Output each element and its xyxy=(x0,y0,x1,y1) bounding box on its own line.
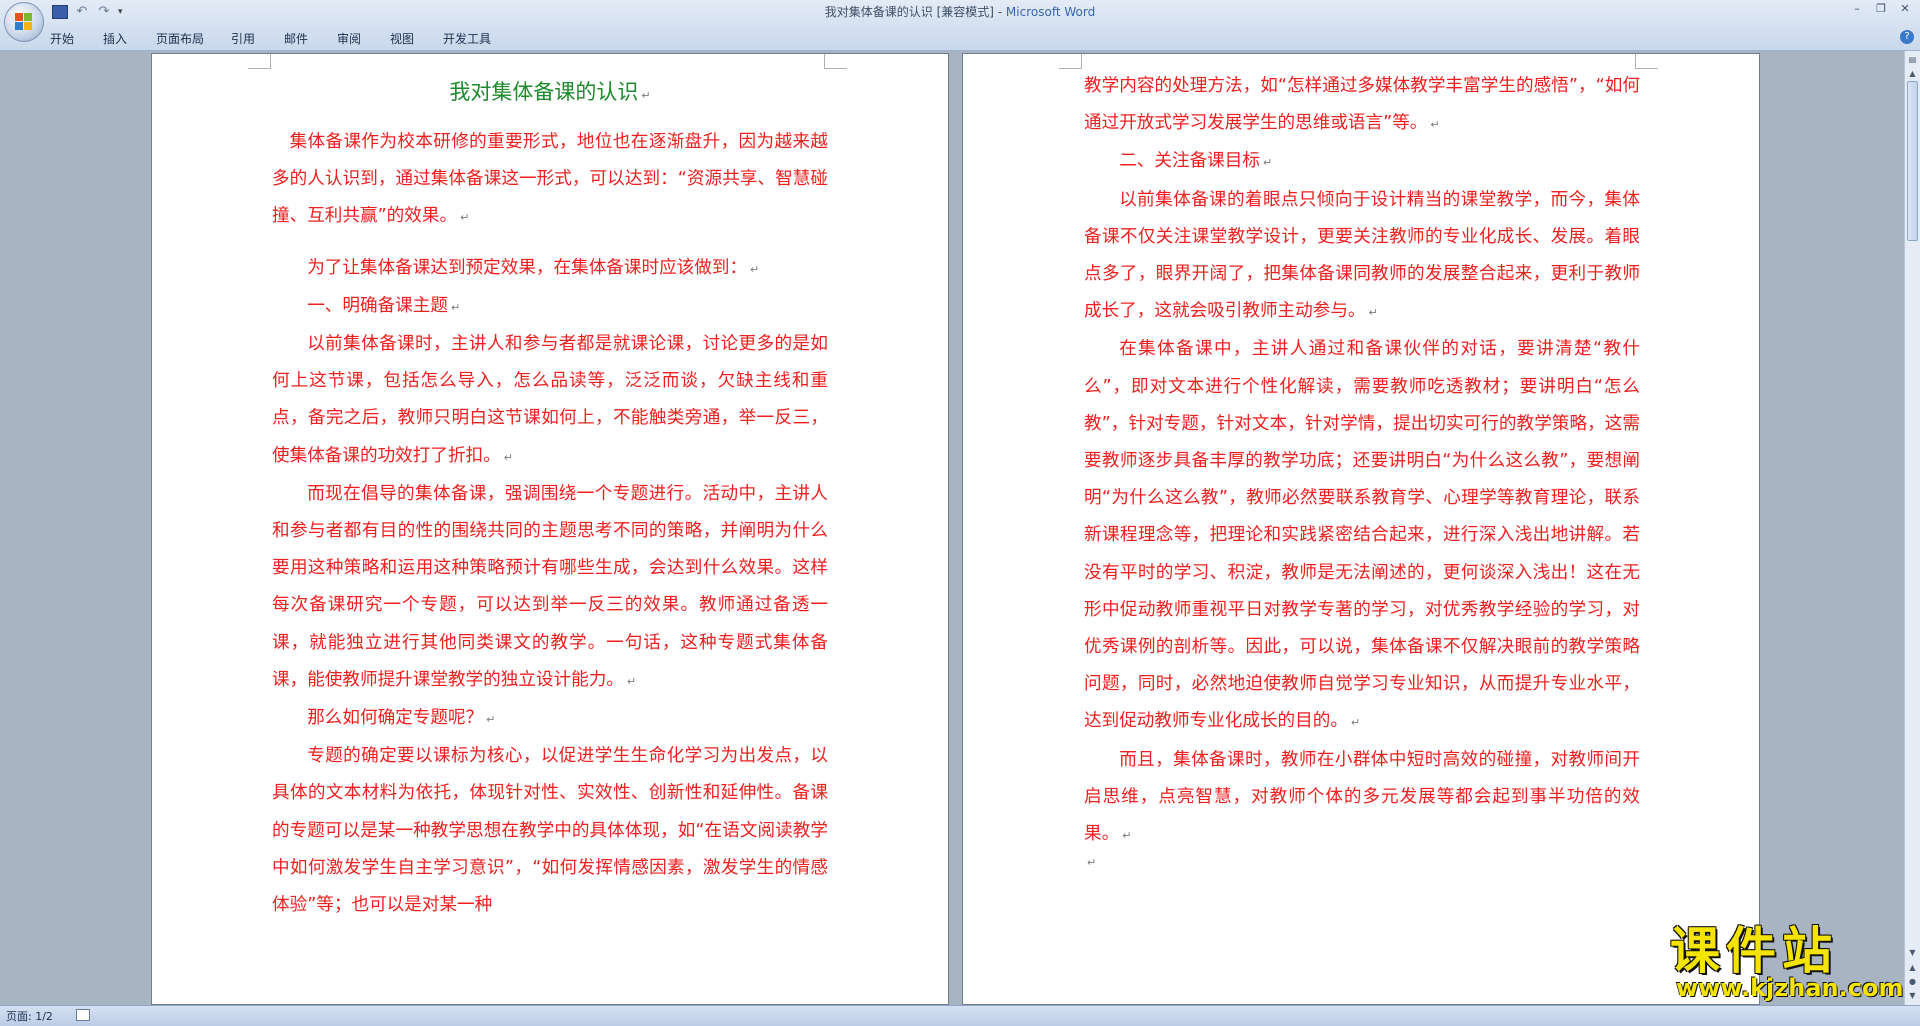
tab-view[interactable]: 视图 xyxy=(390,28,443,50)
paragraph-mark-icon: ↵ xyxy=(1087,856,1097,870)
watermark: 课件站 www.kjzhan.com xyxy=(1670,922,1910,1002)
document-area: 我对集体备课的认识 ↵ 集体备课作为校本研修的重要形式，地位也在逐渐盘升，因为越来… xyxy=(0,51,1904,1005)
page-indicator[interactable]: 页面: 1/2 xyxy=(6,1008,53,1024)
proofing-icon[interactable] xyxy=(76,1009,90,1021)
paragraph-mark-icon: ↵ xyxy=(641,89,651,102)
paragraph-mark-icon: ↵ xyxy=(1262,156,1273,170)
page-1-content[interactable]: 我对集体备课的认识 ↵ 集体备课作为校本研修的重要形式，地位也在逐渐盘升，因为越来… xyxy=(272,74,828,924)
empty-paragraph: ↵ xyxy=(1084,854,1640,870)
vertical-scrollbar[interactable]: ▤ ▲ ▼ ▲ ● ▼ xyxy=(1904,51,1920,1005)
paragraph: 专题的确定要以课标为核心，以促进学生生命化学习为出发点，以具体的文本材料为依托，… xyxy=(272,746,828,916)
paragraph-mark-icon: ↵ xyxy=(450,300,461,314)
tab-review[interactable]: 审阅 xyxy=(337,28,390,50)
window-controls: – ❐ ✕ xyxy=(1846,2,1916,16)
paragraph: 以前集体备课时，主讲人和参与者都是就课论课，讨论更多的是如何上这节课，包括怎么导… xyxy=(272,334,828,466)
page-2-content[interactable]: 教学内容的处理方法，如“怎样通过多媒体教学丰富学生的感悟”，“如何通过开放式学习… xyxy=(1084,68,1640,870)
ribbon-tabs: 开始 插入 页面布局 引用 邮件 审阅 视图 开发工具 xyxy=(50,28,518,50)
crop-mark xyxy=(824,54,847,69)
help-icon[interactable]: ? xyxy=(1900,30,1914,44)
app-name: Microsoft Word xyxy=(1005,5,1096,19)
paragraph-mark-icon: ↵ xyxy=(503,450,513,464)
tab-insert[interactable]: 插入 xyxy=(103,28,156,50)
tab-references[interactable]: 引用 xyxy=(231,28,284,50)
maximize-icon[interactable]: ❐ xyxy=(1870,2,1892,16)
crop-mark xyxy=(1635,54,1658,69)
paragraph: 那么如何确定专题呢？ ↵ xyxy=(307,708,496,729)
paragraph-mark-icon: ↵ xyxy=(750,262,760,276)
title-bar: ↶ ↷ ▾ 我对集体备课的认识 [兼容模式] - Microsoft Word … xyxy=(0,0,1920,51)
document-heading: 我对集体备课的认识 ↵ xyxy=(449,80,651,104)
paragraph: 集体备课作为校本研修的重要形式，地位也在逐渐盘升，因为越来越多的人认识到，通过集… xyxy=(272,132,828,227)
paragraph: 而且，集体备课时，教师在小群体中短时高效的碰撞，对教师间开启思维，点亮智慧，对教… xyxy=(1084,749,1640,845)
paragraph: 而现在倡导的集体备课，强调围绕一个专题进行。活动中，主讲人和参与者都有目的性的围… xyxy=(272,483,828,690)
watermark-brand: 课件站 xyxy=(1670,922,1838,980)
tab-page-layout[interactable]: 页面布局 xyxy=(156,28,231,50)
paragraph-mark-icon: ↵ xyxy=(460,211,470,225)
document-title: 我对集体备课的认识 [兼容模式] - xyxy=(824,5,1006,19)
paragraph-mark-icon: ↵ xyxy=(1430,118,1440,132)
paragraph: 在集体备课中，主讲人通过和备课伙伴的对话，要讲清楚“教什么”，即对文本进行个性化… xyxy=(1084,339,1640,732)
paragraph: 为了让集体备课达到预定效果，在集体备课时应该做到： ↵ xyxy=(307,257,760,278)
close-icon[interactable]: ✕ xyxy=(1894,2,1916,16)
paragraph-mark-icon: ↵ xyxy=(1368,306,1378,320)
tab-mailings[interactable]: 邮件 xyxy=(284,28,337,50)
tab-developer[interactable]: 开发工具 xyxy=(443,28,518,50)
window-title: 我对集体备课的认识 [兼容模式] - Microsoft Word xyxy=(0,3,1920,20)
paragraph: 教学内容的处理方法，如“怎样通过多媒体教学丰富学生的感悟”，“如何通过开放式学习… xyxy=(1084,76,1640,134)
status-bar: 页面: 1/2 xyxy=(0,1005,1920,1026)
page-1: 我对集体备课的认识 ↵ 集体备课作为校本研修的重要形式，地位也在逐渐盘升，因为越来… xyxy=(152,54,948,1004)
watermark-site: www.kjzhan.com xyxy=(1676,974,1904,1002)
section-heading: 二、关注备课目标 ↵ xyxy=(1119,151,1273,172)
ruler-toggle-icon[interactable]: ▤ xyxy=(1906,53,1919,67)
page-2: 教学内容的处理方法，如“怎样通过多媒体教学丰富学生的感悟”，“如何通过开放式学习… xyxy=(963,54,1759,1004)
scroll-thumb[interactable] xyxy=(1907,81,1918,241)
paragraph-mark-icon: ↵ xyxy=(486,713,496,727)
minimize-icon[interactable]: – xyxy=(1846,2,1868,16)
paragraph: 以前集体备课的着眼点只倾向于设计精当的课堂教学，而今，集体备课不仅关注课堂教学设… xyxy=(1084,189,1640,322)
paragraph-mark-icon: ↵ xyxy=(1122,829,1132,843)
scroll-up-icon[interactable]: ▲ xyxy=(1906,67,1919,81)
section-heading: 一、明确备课主题 ↵ xyxy=(307,295,461,316)
tab-home[interactable]: 开始 xyxy=(50,28,103,50)
paragraph-mark-icon: ↵ xyxy=(1350,716,1361,730)
paragraph-mark-icon: ↵ xyxy=(626,674,637,688)
crop-mark xyxy=(1059,54,1082,69)
crop-mark xyxy=(248,54,271,69)
